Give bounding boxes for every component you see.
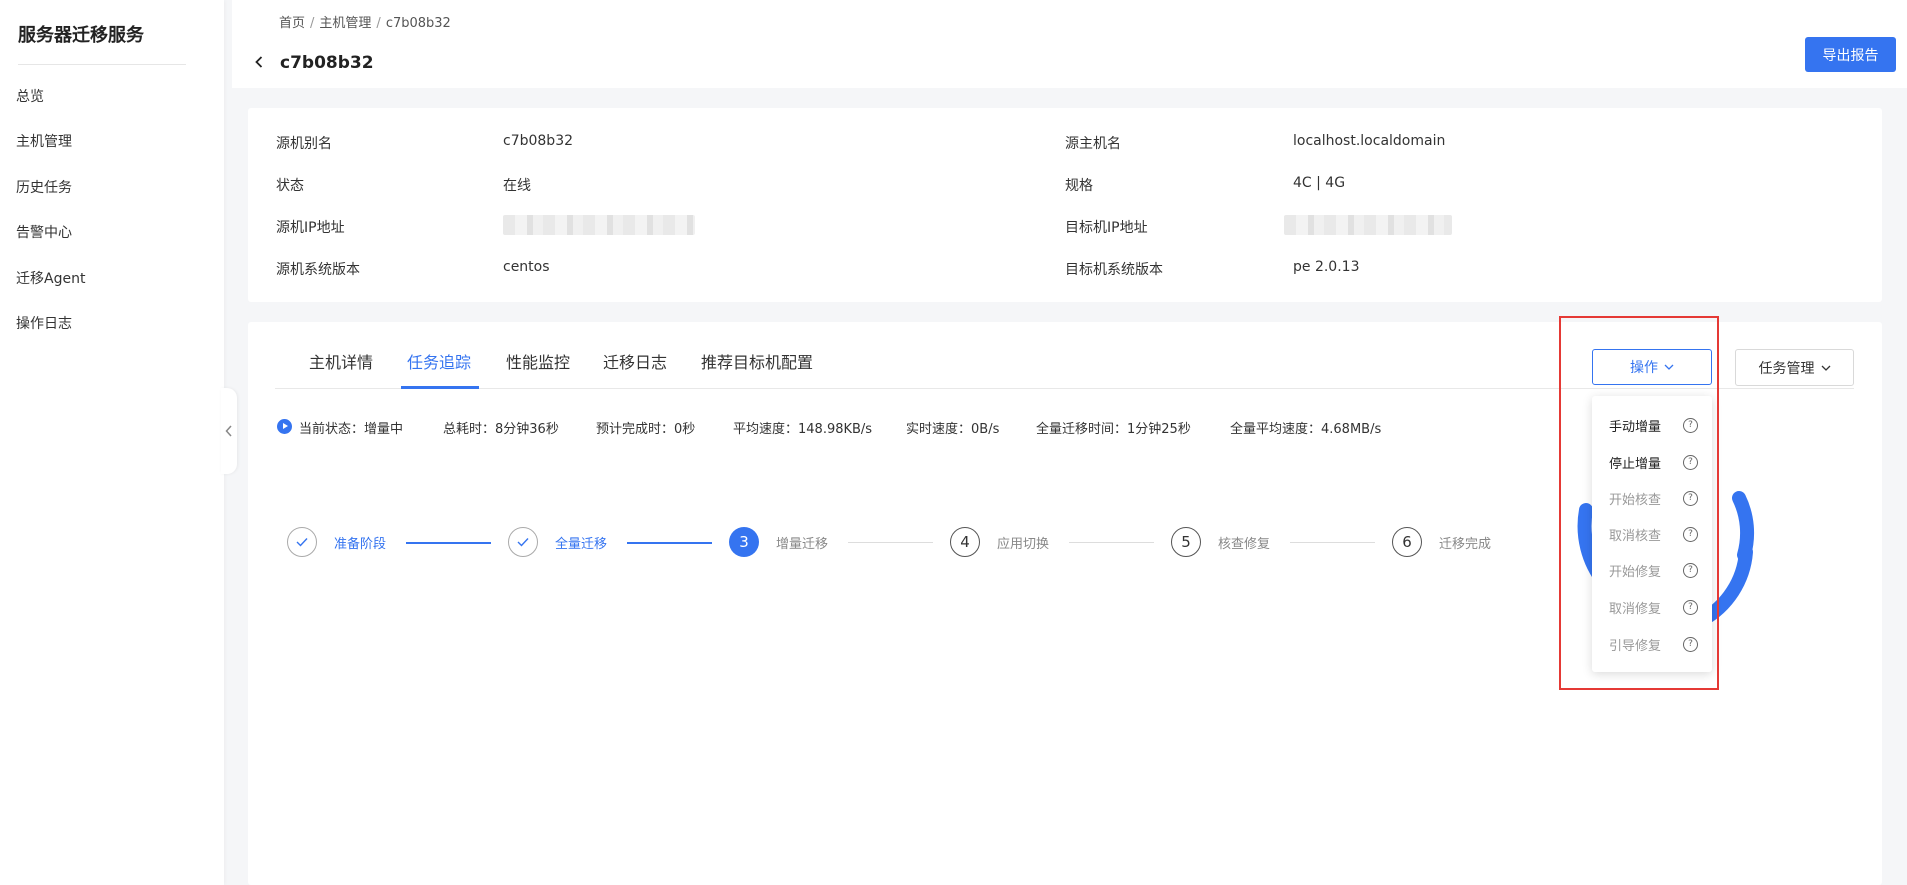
operate-label: 操作 xyxy=(1630,360,1658,376)
info-value-spec: 4C | 4G xyxy=(1293,175,1346,191)
step-5-label: 核查修复 xyxy=(1218,537,1271,552)
info-label-source-hostname: 源主机名 xyxy=(1065,136,1121,152)
step-6-number: 6 xyxy=(1392,527,1422,557)
step-3-number: 3 xyxy=(729,527,759,557)
menu-item-start-check: 开始核查 xyxy=(1609,493,1662,508)
tabs-divider xyxy=(275,388,1854,389)
info-value-source-os: centos xyxy=(503,259,550,275)
sidebar-item-overview[interactable]: 总览 xyxy=(16,86,44,106)
tab-performance-monitor[interactable]: 性能监控 xyxy=(506,349,570,373)
status-full-migration-time: 全量迁移时间：1分钟25秒 xyxy=(1036,422,1191,437)
info-label-spec: 规格 xyxy=(1065,178,1093,194)
info-value-source-alias: c7b08b32 xyxy=(503,133,574,149)
sidebar-item-operation-log[interactable]: 操作日志 xyxy=(16,313,72,333)
operate-dropdown-menu: 手动增量 ? 停止增量 ? 开始核查 ? 取消核查 ? 开始修复 ? 取消修复 … xyxy=(1592,396,1712,672)
sidebar-collapse-button[interactable] xyxy=(221,388,237,474)
export-report-button[interactable]: 导出报告 xyxy=(1805,37,1896,72)
info-label-target-ip: 目标机IP地址 xyxy=(1065,220,1148,236)
tab-host-details[interactable]: 主机详情 xyxy=(309,349,373,373)
step-1-check-icon xyxy=(287,527,317,557)
sidebar-item-alert-center[interactable]: 告警中心 xyxy=(16,222,72,242)
operate-dropdown-button[interactable]: 操作 xyxy=(1592,349,1712,385)
breadcrumb-current: c7b08b32 xyxy=(385,16,451,31)
breadcrumb-host-management[interactable]: 主机管理 xyxy=(319,12,371,31)
info-label-source-os: 源机系统版本 xyxy=(276,262,360,278)
chevron-down-icon xyxy=(1664,364,1674,370)
menu-item-cancel-repair: 取消修复 xyxy=(1609,602,1662,617)
step-connector-5 xyxy=(1290,542,1375,543)
help-icon[interactable]: ? xyxy=(1683,491,1698,506)
tab-task-tracking[interactable]: 任务追踪 xyxy=(407,349,471,373)
status-eta: 预计完成时：0秒 xyxy=(596,422,696,437)
play-status-icon xyxy=(277,419,292,434)
page-title: c7b08b32 xyxy=(280,53,374,73)
step-4-number: 4 xyxy=(950,527,980,557)
page-header xyxy=(232,0,1907,88)
menu-item-stop-increment[interactable]: 停止增量 xyxy=(1609,453,1661,472)
task-management-dropdown-button[interactable]: 任务管理 xyxy=(1735,349,1854,386)
target-ip-redacted xyxy=(1284,215,1452,235)
sidebar-item-migration-agent[interactable]: 迁移Agent xyxy=(16,268,85,288)
status-total-time: 总耗时：8分钟36秒 xyxy=(443,422,559,437)
help-icon[interactable]: ? xyxy=(1683,527,1698,542)
chevron-left-icon xyxy=(225,425,232,437)
help-icon[interactable]: ? xyxy=(1683,600,1698,615)
step-5-number: 5 xyxy=(1171,527,1201,557)
task-management-label: 任务管理 xyxy=(1758,360,1815,377)
help-icon[interactable]: ? xyxy=(1683,455,1698,470)
tab-recommended-target-config[interactable]: 推荐目标机配置 xyxy=(701,349,813,373)
sidebar: 服务器迁移服务 总览 主机管理 历史任务 告警中心 迁移Agent 操作日志 xyxy=(0,0,224,885)
step-1-label: 准备阶段 xyxy=(334,537,387,552)
step-2-label: 全量迁移 xyxy=(555,537,608,552)
info-value-source-hostname: localhost.localdomain xyxy=(1293,133,1446,149)
menu-item-cancel-check: 取消核查 xyxy=(1609,529,1662,544)
sidebar-item-history-tasks[interactable]: 历史任务 xyxy=(16,177,72,197)
sidebar-divider xyxy=(18,64,186,65)
back-arrow-icon[interactable] xyxy=(252,55,266,69)
app-title: 服务器迁移服务 xyxy=(18,25,144,46)
info-value-status: 在线 xyxy=(503,178,531,194)
status-current: 当前状态：增量中 xyxy=(299,422,404,437)
active-tab-indicator xyxy=(401,386,479,389)
menu-item-guided-repair: 引导修复 xyxy=(1609,639,1662,654)
step-connector-4 xyxy=(1069,542,1154,543)
menu-item-start-repair: 开始修复 xyxy=(1609,565,1662,580)
source-ip-redacted xyxy=(503,215,695,235)
status-full-avg-speed: 全量平均速度：4.68MB/s xyxy=(1230,422,1382,437)
step-2-check-icon xyxy=(508,527,538,557)
sidebar-item-host-management[interactable]: 主机管理 xyxy=(16,131,72,151)
step-4-label: 应用切换 xyxy=(997,537,1050,552)
info-label-target-os: 目标机系统版本 xyxy=(1065,262,1163,278)
step-connector-3 xyxy=(848,542,933,543)
help-icon[interactable]: ? xyxy=(1683,637,1698,652)
chevron-down-icon xyxy=(1821,365,1830,371)
step-connector-2 xyxy=(627,542,712,544)
menu-item-manual-increment[interactable]: 手动增量 xyxy=(1609,416,1661,435)
breadcrumb-home[interactable]: 首页 xyxy=(279,12,305,31)
info-value-target-os: pe 2.0.13 xyxy=(1293,259,1360,275)
step-6-label: 迁移完成 xyxy=(1439,537,1492,552)
step-3-label: 增量迁移 xyxy=(776,537,829,552)
breadcrumb: 首页 / 主机管理 / c7b08b32 xyxy=(279,12,451,31)
status-realtime-speed: 实时速度：0B/s xyxy=(906,422,1000,437)
info-label-source-ip: 源机IP地址 xyxy=(276,220,345,236)
help-icon[interactable]: ? xyxy=(1683,563,1698,578)
info-label-source-alias: 源机别名 xyxy=(276,136,332,152)
help-icon[interactable]: ? xyxy=(1683,418,1698,433)
status-avg-speed: 平均速度：148.98KB/s xyxy=(733,422,873,437)
step-connector-1 xyxy=(406,542,491,544)
info-label-status: 状态 xyxy=(276,178,304,194)
tab-migration-log[interactable]: 迁移日志 xyxy=(603,349,667,373)
